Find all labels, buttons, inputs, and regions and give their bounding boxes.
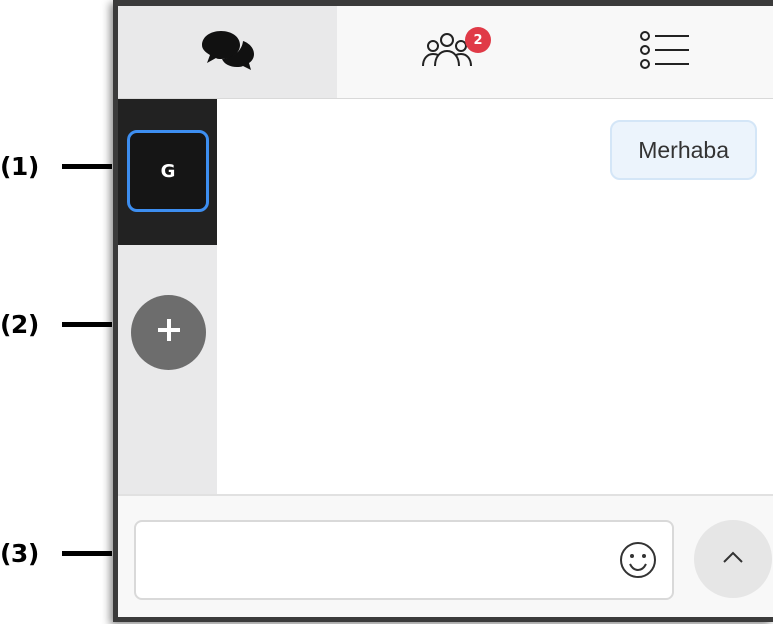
callout-3-label: (3) [0, 539, 39, 568]
callout-2: (2) [0, 310, 112, 339]
selected-server-strip: G [118, 99, 217, 245]
callout-1-pointer [62, 164, 112, 169]
callout-1: (1) [0, 152, 112, 181]
chat-window: 2 G Merhaba [113, 0, 773, 622]
callout-2-label: (2) [0, 310, 39, 339]
add-server-button[interactable] [131, 295, 206, 370]
message-text: Merhaba [638, 136, 729, 163]
message-input-box[interactable] [134, 520, 674, 600]
smiley-icon[interactable] [618, 540, 658, 580]
plus-icon [154, 315, 184, 350]
message-input[interactable] [146, 532, 606, 588]
server-sidebar: G [118, 99, 217, 494]
composer-bar [118, 494, 773, 617]
tab-chat[interactable] [118, 6, 337, 98]
message-bubble: Merhaba [610, 120, 757, 180]
tab-bar: 2 [118, 6, 773, 99]
callout-3: (3) [0, 539, 112, 568]
tab-list[interactable] [557, 6, 773, 98]
callout-3-pointer [62, 551, 112, 556]
message-area: Merhaba [217, 99, 773, 494]
notification-badge: 2 [465, 27, 491, 53]
tab-people[interactable]: 2 [337, 6, 557, 98]
callout-1-label: (1) [0, 152, 39, 181]
send-button[interactable] [694, 520, 772, 598]
list-icon [639, 30, 691, 75]
chevron-up-icon [721, 549, 745, 570]
server-tile[interactable]: G [127, 130, 209, 212]
chat-bubbles-icon [201, 27, 255, 78]
server-initial: G [160, 160, 176, 182]
callout-2-pointer [62, 322, 112, 327]
